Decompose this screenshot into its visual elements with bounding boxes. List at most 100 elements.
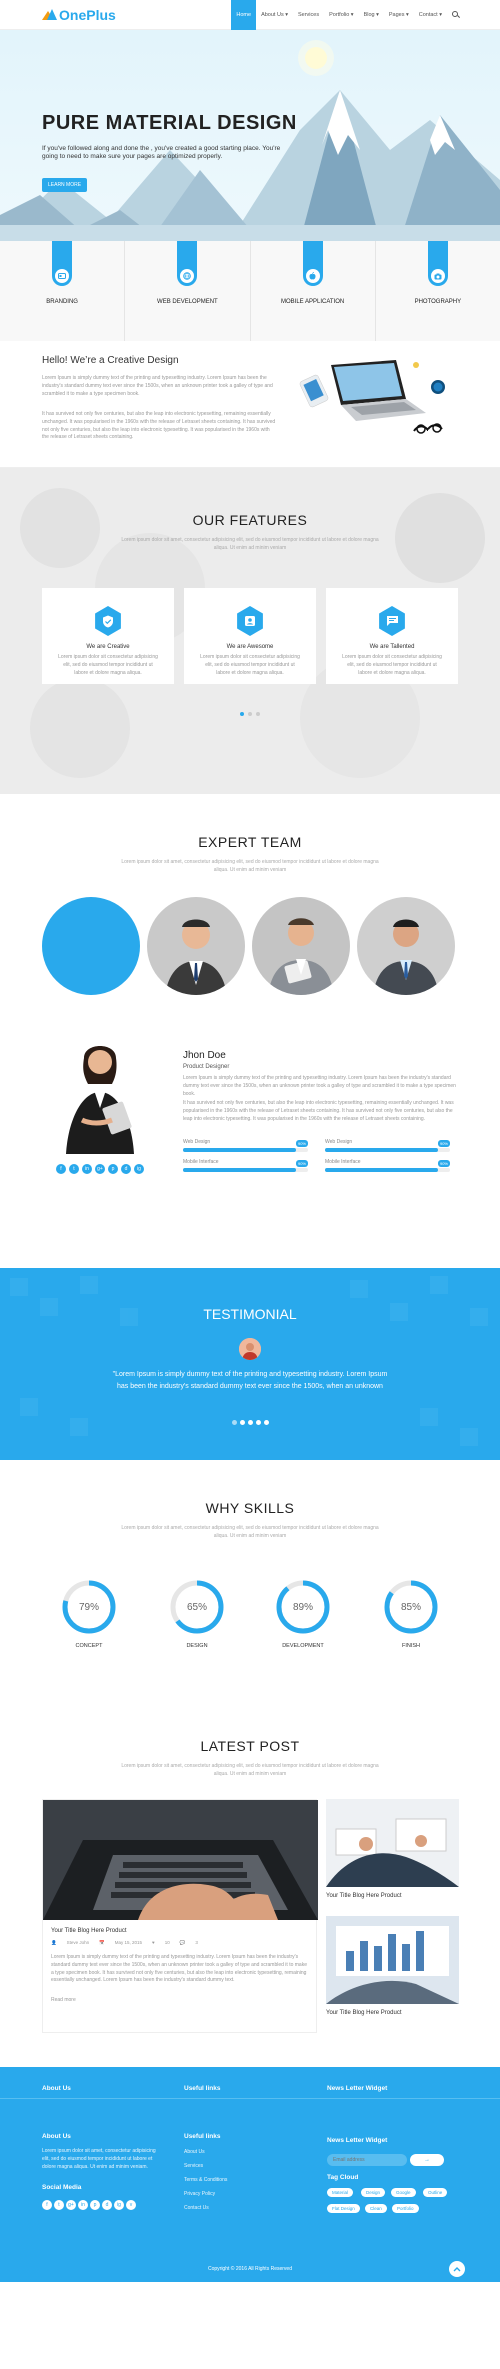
nav-item-services[interactable]: Services bbox=[293, 0, 324, 30]
tag[interactable]: Google bbox=[391, 2188, 416, 2197]
twitter-icon[interactable]: t bbox=[69, 1164, 79, 1174]
instagram-icon[interactable]: ig bbox=[134, 1164, 144, 1174]
skill-ring: 89% bbox=[276, 1580, 330, 1634]
tag[interactable]: Material bbox=[327, 2188, 354, 2197]
post-excerpt: Lorem Ipsum is simply dummy text of the … bbox=[51, 1954, 307, 1984]
footer-link[interactable]: Privacy Policy bbox=[184, 2191, 215, 2197]
pinterest-icon[interactable]: p bbox=[108, 1164, 118, 1174]
pagination-dot[interactable] bbox=[240, 712, 244, 716]
logo[interactable]: OnePlus bbox=[42, 7, 116, 23]
facebook-icon[interactable]: f bbox=[56, 1164, 66, 1174]
service-label: WEB DEVELOPMENT bbox=[157, 299, 218, 305]
member-bio: It has survived not only five centuries,… bbox=[183, 1100, 454, 1122]
pinterest-icon[interactable]: p bbox=[90, 2200, 100, 2210]
skill-gauge: 79% CONCEPT bbox=[61, 1579, 117, 1649]
dribbble-icon[interactable]: d bbox=[102, 2200, 112, 2210]
skill-bar-track: 90% bbox=[325, 1160, 450, 1172]
featured-post[interactable]: Your Title Blog Here Product 👤 Steve John… bbox=[42, 1799, 318, 2033]
service-photography[interactable]: PHOTOGRAPHY bbox=[376, 241, 500, 341]
feature-text: Lorem ipsum dolor sit consectetur adipis… bbox=[342, 654, 442, 676]
features-title: OUR FEATURES bbox=[192, 512, 308, 528]
tag[interactable]: Portfolio bbox=[392, 2204, 419, 2213]
tag[interactable]: Flat Design bbox=[327, 2204, 360, 2213]
about-intro: Hello! We’re a Creative Design Lorem Ips… bbox=[0, 341, 500, 468]
pagination-dot[interactable] bbox=[239, 1420, 245, 1425]
vimeo-icon[interactable]: v bbox=[126, 2200, 136, 2210]
testimonial-pagination bbox=[0, 1420, 500, 1425]
features-pagination bbox=[0, 712, 500, 716]
newsletter-submit-button[interactable]: → bbox=[410, 2154, 444, 2166]
instagram-icon[interactable]: ig bbox=[114, 2200, 124, 2210]
skill-bar-label: Mobile Interface bbox=[183, 1159, 219, 1165]
dribbble-icon[interactable]: d bbox=[121, 1164, 131, 1174]
skills-subtitle: Lorem ipsum dolor sit amet, consectetur … bbox=[121, 1525, 379, 1539]
tag[interactable]: Design bbox=[361, 2188, 386, 2197]
team-social-links: f t in g+ p d ig bbox=[56, 1164, 144, 1174]
skill-ring: 85% bbox=[384, 1580, 438, 1634]
side-post[interactable]: Your Title Blog Here Product bbox=[326, 1916, 459, 2016]
twitter-icon[interactable]: t bbox=[54, 2200, 64, 2210]
skill-bar-value: 90% bbox=[296, 1140, 308, 1147]
side-post[interactable]: Your Title Blog Here Product bbox=[326, 1799, 459, 1899]
service-web-development[interactable]: WEB DEVELOPMENT bbox=[125, 241, 251, 341]
pagination-dot[interactable] bbox=[256, 712, 260, 716]
footer-link[interactable]: About Us bbox=[184, 2149, 205, 2155]
feature-title: We are Creative bbox=[86, 644, 130, 650]
nav-item-blog[interactable]: Blog ▾ bbox=[359, 0, 384, 30]
google-plus-icon[interactable]: g+ bbox=[66, 2200, 76, 2210]
hero-banner: PURE MATERIAL DESIGN If you've followed … bbox=[0, 30, 500, 241]
footer-link[interactable]: Services bbox=[184, 2163, 203, 2169]
tag[interactable]: Outline bbox=[423, 2188, 448, 2197]
pagination-dot[interactable] bbox=[255, 1420, 261, 1425]
read-more-link[interactable]: Read more bbox=[51, 1997, 316, 2003]
post-meta: 👤 Steve John 📅 May 15, 2015 ♥ 10 💬 3 bbox=[51, 1940, 316, 1946]
skills-title: WHY SKILLS bbox=[205, 1500, 295, 1516]
team-member-avatar[interactable] bbox=[252, 897, 350, 995]
nav-item-home[interactable]: Home bbox=[231, 0, 257, 30]
team-member-avatar[interactable] bbox=[147, 897, 245, 995]
linkedin-icon[interactable]: in bbox=[78, 2200, 88, 2210]
nav-item-about[interactable]: About Us ▾ bbox=[256, 0, 293, 30]
pagination-dot[interactable] bbox=[247, 1420, 253, 1425]
facebook-icon[interactable]: f bbox=[42, 2200, 52, 2210]
post-date: May 15, 2015 bbox=[114, 1940, 143, 1945]
post-title[interactable]: Your Title Blog Here Product bbox=[51, 1928, 316, 1934]
skill-bar-value: 90% bbox=[438, 1160, 450, 1167]
scroll-to-top-button[interactable] bbox=[449, 2261, 465, 2277]
latest-posts-section: LATEST POST Lorem ipsum dolor sit amet, … bbox=[0, 1708, 500, 2067]
google-plus-icon[interactable]: g+ bbox=[95, 1164, 105, 1174]
learn-more-button[interactable]: LEARN MORE bbox=[42, 178, 88, 192]
pagination-dot[interactable] bbox=[263, 1420, 269, 1425]
post-title[interactable]: Your Title Blog Here Product bbox=[326, 2010, 459, 2016]
team-subtitle: Lorem ipsum dolor sit amet, consectetur … bbox=[121, 859, 379, 873]
site-header: OnePlus Home About Us ▾ Services Portfol… bbox=[0, 0, 500, 30]
skill-bar: Mobile Interface 90% bbox=[325, 1159, 450, 1172]
footer-link[interactable]: Terms & Conditions bbox=[184, 2177, 227, 2183]
tag[interactable]: Clean bbox=[365, 2204, 387, 2213]
comment-icon: 💬 bbox=[179, 1940, 186, 1945]
pagination-dot[interactable] bbox=[231, 1420, 237, 1425]
skill-label: DEVELOPMENT bbox=[282, 1643, 324, 1649]
footer-heading: Useful links bbox=[184, 2133, 221, 2140]
nav-item-contact[interactable]: Contact ▾ bbox=[414, 0, 447, 30]
service-branding[interactable]: BRANDING bbox=[0, 241, 126, 341]
user-icon: 👤 bbox=[51, 1940, 57, 1945]
pagination-dot[interactable] bbox=[248, 712, 252, 716]
skill-bar-value: 90% bbox=[438, 1140, 450, 1147]
skill-value: 89% bbox=[293, 1602, 313, 1613]
search-icon[interactable] bbox=[452, 10, 460, 19]
nav-item-portfolio[interactable]: Portfolio ▾ bbox=[324, 0, 358, 30]
team-member-avatar[interactable] bbox=[357, 897, 455, 995]
nav-item-pages[interactable]: Pages ▾ bbox=[384, 0, 414, 30]
skill-value: 65% bbox=[187, 1602, 207, 1613]
skill-bar-fill bbox=[183, 1148, 296, 1152]
newsletter-email-input[interactable] bbox=[327, 2154, 407, 2166]
skill-bar-track: 90% bbox=[183, 1160, 308, 1172]
hero-text: If you've followed along and done the , … bbox=[42, 145, 281, 161]
service-mobile-application[interactable]: MOBILE APPLICATION bbox=[251, 241, 376, 341]
post-title[interactable]: Your Title Blog Here Product bbox=[326, 1893, 459, 1899]
footer-link[interactable]: Contact Us bbox=[184, 2205, 209, 2211]
linkedin-icon[interactable]: in bbox=[82, 1164, 92, 1174]
skill-bar-fill bbox=[183, 1168, 296, 1172]
team-member-avatar-active[interactable] bbox=[42, 897, 140, 995]
